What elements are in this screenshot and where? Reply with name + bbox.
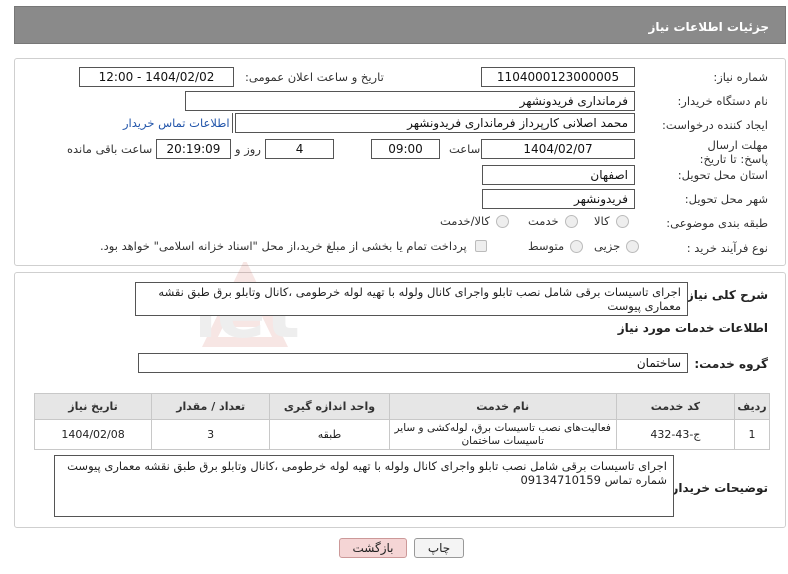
purchase-medium-label: متوسط [528,239,565,253]
radio-service[interactable] [564,214,578,228]
deadline-date-field: 1404/02/07 [481,139,635,159]
days-label: روز و [235,142,261,156]
category-option-service[interactable]: خدمت [528,214,578,228]
purchase-minor-label: جزیی [594,239,621,253]
province-label: استان محل تحویل: [677,168,768,182]
category-label: طبقه بندی موضوعی: [666,216,768,230]
category-both-label: کالا/خدمت [440,214,491,228]
province-field: اصفهان [482,165,635,185]
table-row: 1 ج-43-432 فعالیت‌های نصب تاسیسات برق، ل… [33,419,771,450]
payment-note-text: پرداخت تمام یا بخشی از مبلغ خرید،از محل … [100,239,467,253]
back-button[interactable]: بازگشت [339,538,407,558]
cell-qty: 3 [151,419,271,450]
category-option-both[interactable]: کالا/خدمت [440,214,510,228]
purchase-type-label: نوع فرآیند خرید : [686,241,768,255]
creator-field: محمد اصلانی کارپرداز فرمانداری فریدونشهر [235,113,635,133]
services-table: ردیف کد خدمت نام خدمت واحد اندازه گیری ت… [33,393,771,450]
buyer-notes-field: اجرای تاسیسات برقی شامل نصب تابلو واجرای… [54,455,674,517]
city-label: شهر محل تحویل: [684,192,768,206]
buyer-notes-text: اجرای تاسیسات برقی شامل نصب تابلو واجرای… [67,459,667,473]
cell-unit: طبقه [269,419,390,450]
cell-code: ج-43-432 [615,419,735,450]
contact-info-link[interactable]: اطلاعات تماس خریدار [123,116,230,130]
buyer-notes-phone: شماره تماس 09134710159 [520,473,667,487]
summary-field: اجرای تاسیسات برقی شامل نصب تابلو واجرای… [135,282,688,316]
col-row: ردیف [733,393,771,420]
buyer-notes-label: توضیحات خریدار: [666,481,768,495]
category-goods-label: کالا [594,214,610,228]
service-group-label: گروه خدمت: [694,357,768,371]
need-number-field: 1104000123000005 [481,67,635,87]
col-name: نام خدمت [388,393,617,420]
buyer-org-field: فرمانداری فریدونشهر [185,91,635,111]
radio-goods[interactable] [615,214,629,228]
remaining-label: ساعت باقی مانده [67,142,153,156]
payment-checkbox[interactable] [474,240,487,252]
payment-note: پرداخت تمام یا بخشی از مبلغ خرید،از محل … [100,239,487,253]
category-service-label: خدمت [528,214,559,228]
radio-both[interactable] [496,214,510,228]
purchase-option-minor[interactable]: جزیی [594,239,640,253]
creator-label: ایجاد کننده درخواست: [662,118,768,132]
city-field: فریدونشهر [482,189,635,209]
deadline-label: مهلت ارسال پاسخ: تا تاریخ: [699,138,768,166]
radio-medium[interactable] [570,239,584,253]
contact-link-box [230,113,233,133]
cell-date: 1404/02/08 [33,419,153,450]
print-button[interactable]: چاپ [414,538,464,558]
summary-label: شرح کلی نیاز: [682,288,768,302]
service-group-field: ساختمان [138,353,688,373]
page-header: جزئیات اطلاعات نیاز [14,6,786,44]
col-unit: واحد اندازه گیری [269,393,390,420]
need-number-label: شماره نیاز: [713,70,768,84]
col-qty: تعداد / مقدار [151,393,271,420]
services-heading: اطلاعات خدمات مورد نیاز [617,321,768,335]
announce-field: 1404/02/02 - 12:00 [79,67,234,87]
announce-label: تاریخ و ساعت اعلان عمومی: [245,70,384,84]
page-title: جزئیات اطلاعات نیاز [648,20,769,34]
remaining-time-field: 20:19:09 [156,139,231,159]
col-code: کد خدمت [615,393,735,420]
purchase-option-medium[interactable]: متوسط [528,239,584,253]
table-header-row: ردیف کد خدمت نام خدمت واحد اندازه گیری ت… [33,393,771,420]
cell-name: فعالیت‌های نصب تاسیسات برق، لوله‌کشی و س… [388,419,617,450]
col-date: تاریخ نیاز [33,393,153,420]
time-label: ساعت [449,142,481,156]
need-info-panel [14,58,786,266]
category-option-goods[interactable]: کالا [594,214,629,228]
radio-minor[interactable] [626,239,640,253]
days-field: 4 [265,139,334,159]
summary-text: اجرای تاسیسات برقی شامل نصب تابلو واجرای… [158,285,681,313]
deadline-time-field: 09:00 [371,139,440,159]
buyer-org-label: نام دستگاه خریدار: [677,94,768,108]
cell-row: 1 [733,419,771,450]
